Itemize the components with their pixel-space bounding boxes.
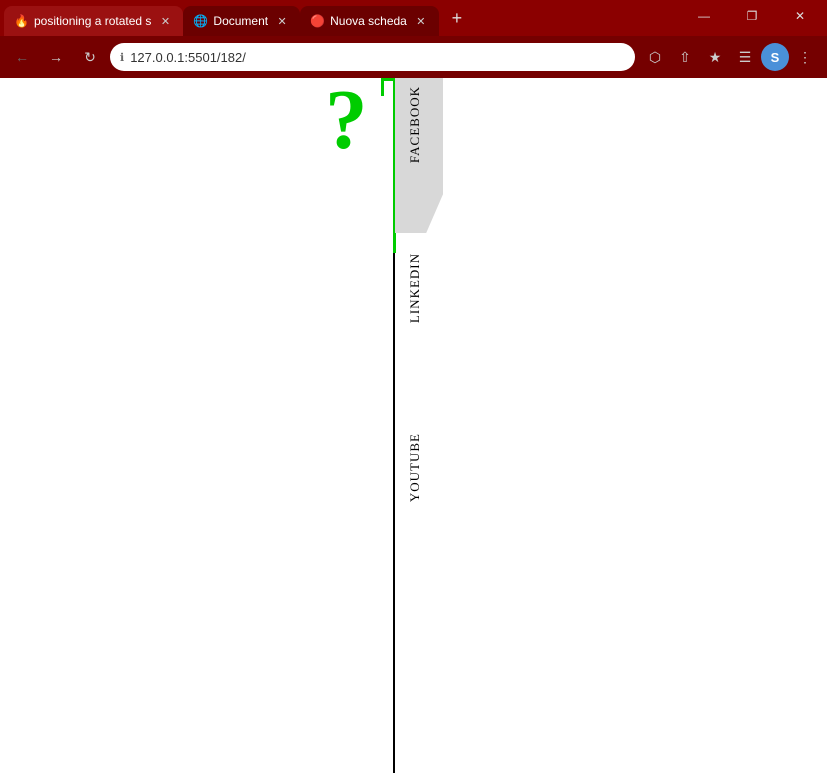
window-controls: — ❐ ✕	[681, 0, 823, 30]
title-bar: 🔥 positioning a rotated s ✕ 🌐 Document ✕…	[0, 0, 827, 36]
tab1-title: positioning a rotated s	[34, 14, 151, 28]
youtube-label: YOUTUBE	[407, 433, 423, 502]
new-tab-button[interactable]: +	[443, 4, 471, 32]
back-button[interactable]: ←	[8, 43, 36, 71]
tab3-close[interactable]: ✕	[413, 13, 429, 29]
minimize-button[interactable]: —	[681, 2, 727, 30]
tab-positioning[interactable]: 🔥 positioning a rotated s ✕	[4, 6, 183, 36]
tabs-area: 🔥 positioning a rotated s ✕ 🌐 Document ✕…	[4, 0, 681, 36]
reload-button[interactable]: ↻	[76, 43, 104, 71]
vertical-black-line	[393, 253, 395, 773]
linkedin-label: LINKEDIN	[407, 253, 423, 323]
facebook-label: FACEBOOK	[407, 86, 423, 163]
tab-document[interactable]: 🌐 Document ✕	[183, 6, 300, 36]
address-info-icon: ℹ	[120, 51, 124, 64]
page-content: ? FACEBOOK LINKEDIN YOUTUBE	[0, 78, 827, 773]
address-text: 127.0.0.1:5501/182/	[130, 50, 246, 65]
close-button[interactable]: ✕	[777, 2, 823, 30]
tab1-favicon: 🔥	[14, 14, 28, 28]
address-input-container[interactable]: ℹ 127.0.0.1:5501/182/	[110, 43, 635, 71]
question-mark-annotation: ?	[325, 78, 368, 163]
tab-nuova[interactable]: 🔴 Nuova scheda ✕	[300, 6, 439, 36]
green-bracket-left	[381, 78, 384, 96]
translate-button[interactable]: ⬡	[641, 43, 669, 71]
menu-button[interactable]: ⋮	[791, 43, 819, 71]
profile-button[interactable]: S	[761, 43, 789, 71]
tab3-favicon: 🔴	[310, 14, 324, 28]
tab2-title: Document	[213, 14, 268, 28]
tab2-close[interactable]: ✕	[274, 13, 290, 29]
tab1-close[interactable]: ✕	[157, 13, 173, 29]
browser-frame: 🔥 positioning a rotated s ✕ 🌐 Document ✕…	[0, 0, 827, 773]
restore-button[interactable]: ❐	[729, 2, 775, 30]
sidebar-button[interactable]: ☰	[731, 43, 759, 71]
share-button[interactable]: ⇧	[671, 43, 699, 71]
tab2-favicon: 🌐	[193, 14, 207, 28]
tab3-title: Nuova scheda	[330, 14, 407, 28]
address-bar: ← → ↻ ℹ 127.0.0.1:5501/182/ ⬡ ⇧ ★ ☰ S ⋮	[0, 36, 827, 78]
forward-button[interactable]: →	[42, 43, 70, 71]
toolbar-actions: ⬡ ⇧ ★ ☰ S ⋮	[641, 43, 819, 71]
bookmark-button[interactable]: ★	[701, 43, 729, 71]
